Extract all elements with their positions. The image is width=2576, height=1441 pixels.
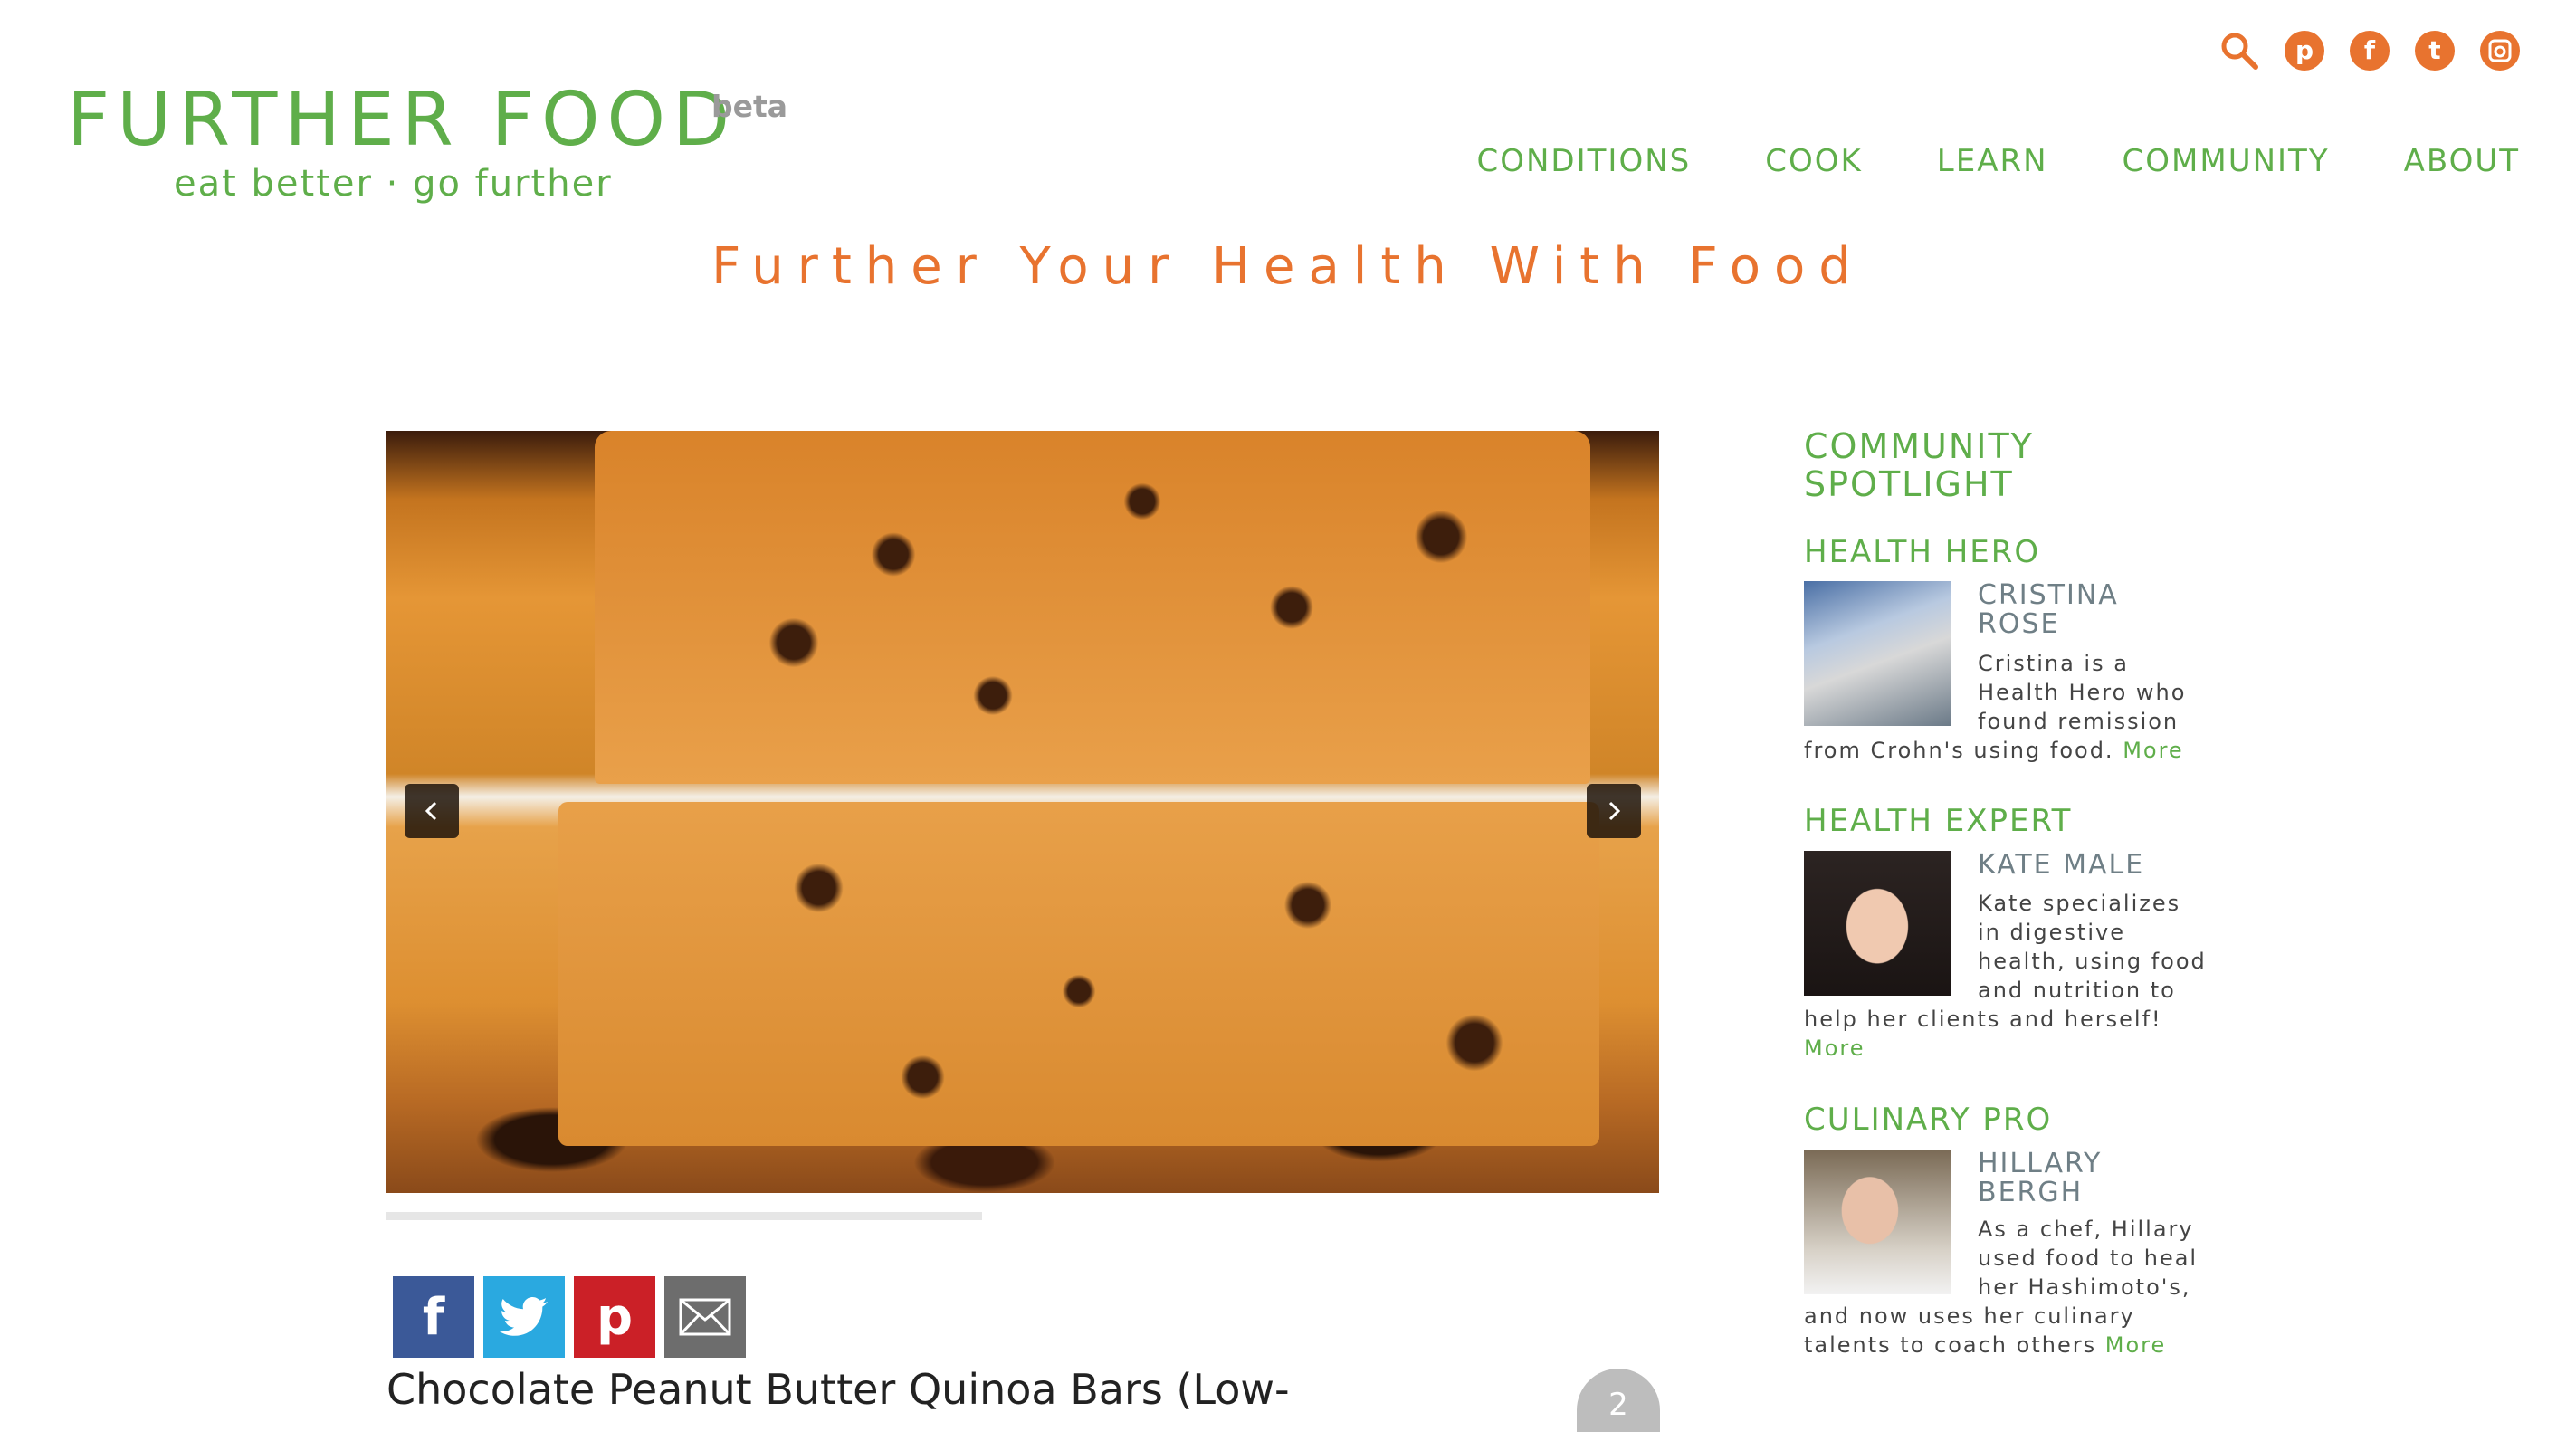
person-name-line2: ROSE — [1978, 608, 2060, 640]
health-expert-heading: HEALTH EXPERT — [1804, 803, 2073, 839]
share-pinterest-button[interactable]: p — [574, 1276, 655, 1358]
bio-line: Cristina is a — [1978, 651, 2129, 676]
bio-line: health, using food — [1978, 949, 2207, 974]
nav-learn[interactable]: LEARN — [1937, 143, 2048, 179]
health-hero-heading: HEALTH HERO — [1804, 534, 2041, 570]
bio-line: talents to coach others — [1804, 1332, 2097, 1358]
nav-about[interactable]: ABOUT — [2404, 143, 2520, 179]
share-email-button[interactable] — [664, 1276, 746, 1358]
kate-male-bio: Kate specializes in digestive health, us… — [1804, 889, 2229, 1063]
article-title[interactable]: Chocolate Peanut Butter Quinoa Bars (Low… — [386, 1365, 1290, 1414]
bio-line: used food to heal — [1978, 1245, 2199, 1271]
share-twitter-button[interactable] — [483, 1276, 565, 1358]
beta-badge: beta — [711, 89, 788, 124]
culinary-pro-heading: CULINARY PRO — [1804, 1102, 2053, 1138]
nav-conditions[interactable]: CONDITIONS — [1477, 143, 1692, 179]
community-spotlight: COMMUNITY SPOTLIGHT HEALTH HERO CRISTINA… — [1804, 427, 2220, 1358]
twitter-icon[interactable]: t — [2415, 31, 2455, 71]
bio-line: Kate specializes — [1978, 891, 2181, 916]
like-count-badge[interactable]: 2 — [1577, 1369, 1660, 1432]
person-name-line1: HILLARY — [1978, 1148, 2103, 1179]
carousel-image-top-bar — [595, 431, 1590, 784]
instagram-icon[interactable] — [2480, 31, 2520, 71]
chevron-left-icon — [425, 801, 437, 821]
person-name-line1: CRISTINA — [1978, 579, 2119, 611]
nav-community[interactable]: COMMUNITY — [2123, 143, 2330, 179]
spotlight-heading-line2: SPOTLIGHT — [1804, 464, 2014, 504]
kate-male-name[interactable]: KATE MALE — [1978, 851, 2144, 880]
social-links: p f t — [2219, 31, 2520, 71]
cristina-rose-name[interactable]: CRISTINA ROSE — [1978, 581, 2119, 639]
person-name-line2: BERGH — [1978, 1177, 2084, 1208]
page-headline: Further Your Health With Food — [711, 237, 1865, 296]
hillary-bergh-name[interactable]: HILLARY BERGH — [1978, 1150, 2102, 1207]
bio-line: and nutrition to — [1978, 978, 2176, 1003]
kate-more-link[interactable]: More — [1804, 1035, 1865, 1061]
bio-line: and now uses her culinary — [1804, 1303, 2135, 1329]
email-icon — [679, 1298, 731, 1336]
bio-line: found remission — [1978, 709, 2180, 734]
bio-line: help her clients and herself! — [1804, 1007, 2162, 1032]
nav-cook[interactable]: COOK — [1765, 143, 1863, 179]
search-icon[interactable] — [2219, 31, 2259, 71]
logo-tagline: eat better · go further — [174, 163, 613, 205]
hillary-bergh-bio: As a chef, Hillary used food to heal her… — [1804, 1215, 2229, 1360]
main-nav: CONDITIONS COOK LEARN COMMUNITY ABOUT — [1477, 143, 2521, 179]
spotlight-heading-line1: COMMUNITY — [1804, 426, 2034, 466]
share-bar: f p — [393, 1276, 746, 1358]
bio-line: her Hashimoto's, — [1978, 1274, 2191, 1300]
twitter-icon — [499, 1297, 548, 1336]
carousel-next-button[interactable] — [1587, 784, 1641, 838]
facebook-icon[interactable]: f — [2350, 31, 2390, 71]
carousel-progress — [386, 1212, 982, 1220]
bio-line: As a chef, Hillary — [1978, 1217, 2194, 1242]
cristina-more-link[interactable]: More — [2123, 738, 2184, 763]
bio-line: from Crohn's using food. — [1804, 738, 2114, 763]
pinterest-icon[interactable]: p — [2285, 31, 2324, 71]
share-facebook-button[interactable]: f — [393, 1276, 474, 1358]
logo-title: FURTHER FOOD — [67, 77, 738, 163]
carousel-prev-button[interactable] — [405, 784, 459, 838]
bio-line: in digestive — [1978, 920, 2125, 945]
site-logo[interactable]: FURTHER FOOD beta eat better · go furthe… — [67, 77, 787, 205]
carousel-image-bottom-bar — [558, 802, 1599, 1146]
cristina-rose-bio: Cristina is a Health Hero who found remi… — [1804, 649, 2229, 765]
hillary-more-link[interactable]: More — [2105, 1332, 2167, 1358]
featured-carousel[interactable] — [386, 431, 1659, 1193]
spotlight-heading: COMMUNITY SPOTLIGHT — [1804, 427, 2220, 503]
chevron-right-icon — [1608, 801, 1621, 821]
bio-line: Health Hero who — [1978, 680, 2187, 705]
